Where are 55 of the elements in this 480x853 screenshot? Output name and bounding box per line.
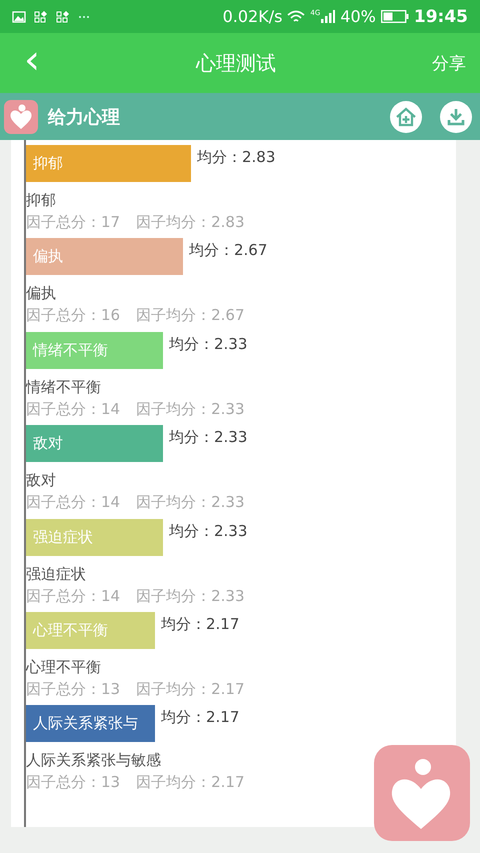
battery-percent: 40% (340, 7, 376, 26)
factor-name: 情绪不平衡 (26, 378, 102, 396)
factor-total: 因子总分：13 (26, 773, 120, 792)
bar-label: 情绪不平衡 (33, 340, 108, 360)
factor-average: 因子均分：2.17 (136, 680, 244, 698)
network-speed: 0.02K/s (222, 7, 282, 26)
factor-total: 因子总分：16 (26, 306, 120, 324)
factor-name: 强迫症状 (26, 564, 87, 583)
factor-name: 人际关系紧张与敏感 (26, 751, 162, 770)
factor-total: 因子总分：14 (26, 586, 120, 605)
battery-icon (380, 10, 409, 23)
factor-average: 因子均分：2.17 (136, 773, 244, 792)
mean-score: 均分：2.17 (161, 614, 240, 634)
wifi-icon (287, 10, 306, 24)
heart-logo-icon (4, 100, 38, 134)
share-button[interactable]: 分享 (432, 52, 466, 74)
factor-average: 因子均分：2.33 (136, 400, 244, 418)
mean-score: 均分：2.83 (197, 148, 276, 167)
factor-average: 因子均分：2.33 (136, 586, 244, 605)
heart-logo-icon[interactable] (374, 745, 470, 841)
mean-score: 均分：2.67 (189, 241, 268, 260)
back-button[interactable]: ‹ (24, 40, 40, 80)
factor-total: 因子总分：14 (26, 493, 120, 512)
factor-name: 偏执 (26, 284, 57, 302)
bar-label: 强迫症状 (33, 528, 93, 547)
more-icon (78, 14, 90, 18)
factor-average: 因子均分：2.83 (136, 213, 244, 231)
download-icon (440, 100, 472, 132)
bar-label: 人际关系紧张与 (33, 714, 138, 734)
bar-label: 抑郁 (33, 154, 63, 173)
factor-name: 心理不平衡 (26, 658, 102, 676)
bar-label: 心理不平衡 (33, 620, 108, 640)
home-button[interactable] (390, 100, 422, 132)
bar-label: 敌对 (33, 434, 63, 454)
factor-total: 因子总分：14 (26, 400, 120, 418)
mean-score: 均分：2.33 (169, 522, 248, 541)
download-button[interactable] (440, 100, 472, 132)
mean-score: 均分：2.33 (169, 428, 248, 448)
page-title: 心理测试 (196, 50, 276, 76)
factor-name: 抑郁 (26, 191, 57, 209)
brand-name: 给力心理 (48, 106, 120, 128)
factor-average: 因子均分：2.67 (136, 306, 244, 324)
mean-score: 均分：2.33 (169, 334, 248, 354)
factor-total: 因子总分：13 (26, 680, 120, 698)
signal-icon (321, 10, 336, 23)
mean-score: 均分：2.17 (161, 708, 240, 728)
bar-label: 偏执 (33, 247, 63, 266)
app-grid-icon (34, 10, 48, 22)
clock: 19:45 (414, 6, 468, 26)
factor-total: 因子总分：17 (26, 213, 120, 231)
factor-name: 敌对 (26, 471, 57, 490)
factor-average: 因子均分：2.33 (136, 493, 244, 512)
image-icon (12, 10, 26, 22)
app-grid-icon (56, 10, 70, 22)
home-icon (390, 100, 422, 132)
